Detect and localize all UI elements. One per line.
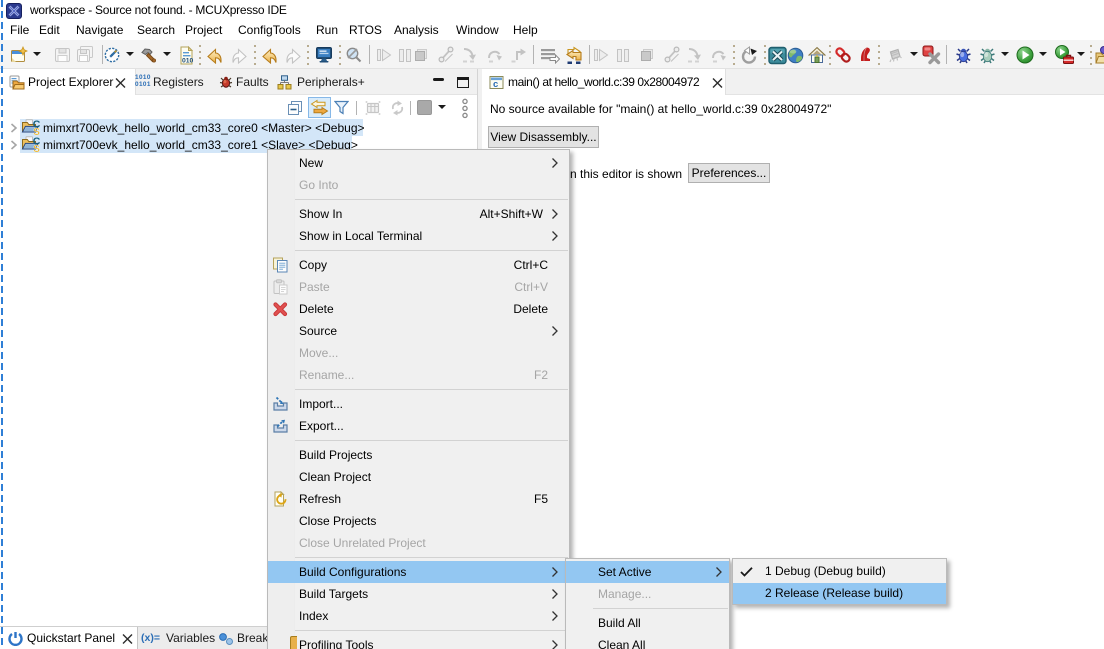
svg-text:S: S bbox=[33, 127, 40, 136]
svg-text:010: 010 bbox=[182, 57, 193, 64]
svg-text:c: c bbox=[493, 79, 498, 90]
svg-text:S: S bbox=[33, 144, 40, 153]
